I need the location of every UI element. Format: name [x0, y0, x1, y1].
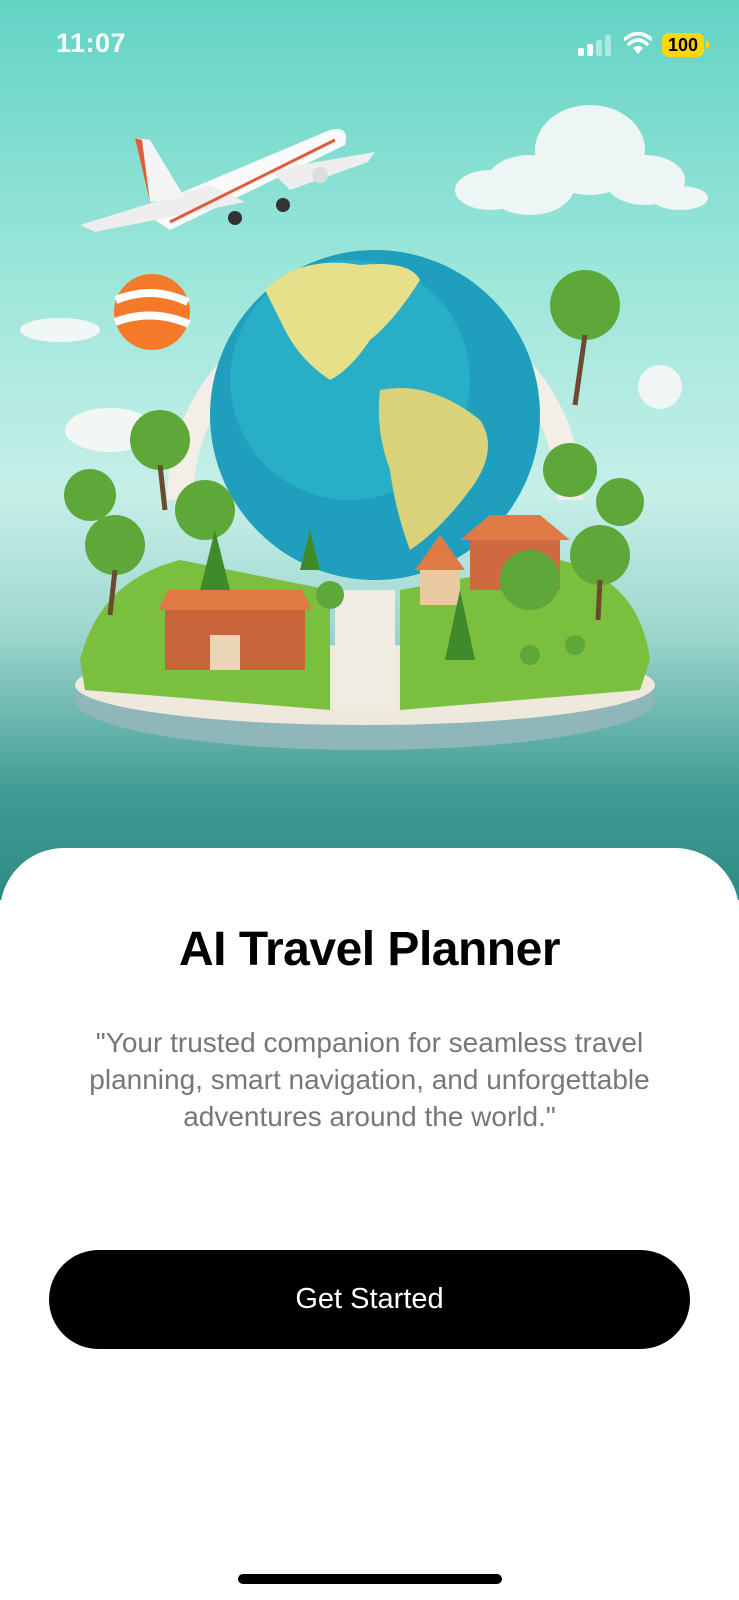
battery-icon: 100	[662, 33, 709, 57]
airplane-icon	[80, 129, 375, 232]
wifi-icon	[624, 32, 652, 54]
status-time: 11:07	[56, 28, 127, 58]
get-started-button[interactable]: Get Started	[49, 1250, 690, 1349]
app-tagline: "Your trusted companion for seamless tra…	[89, 1027, 650, 1132]
travel-globe-illustration	[20, 105, 708, 750]
battery-level: 100	[667, 35, 699, 55]
cellular-signal-icon	[578, 34, 614, 56]
striped-ball	[113, 274, 191, 350]
home-indicator[interactable]	[238, 1574, 502, 1584]
hero-banner: 11:07 100	[0, 0, 739, 900]
app-title: AI Travel Planner	[178, 923, 561, 976]
status-bar: 11:07 100	[0, 0, 739, 90]
